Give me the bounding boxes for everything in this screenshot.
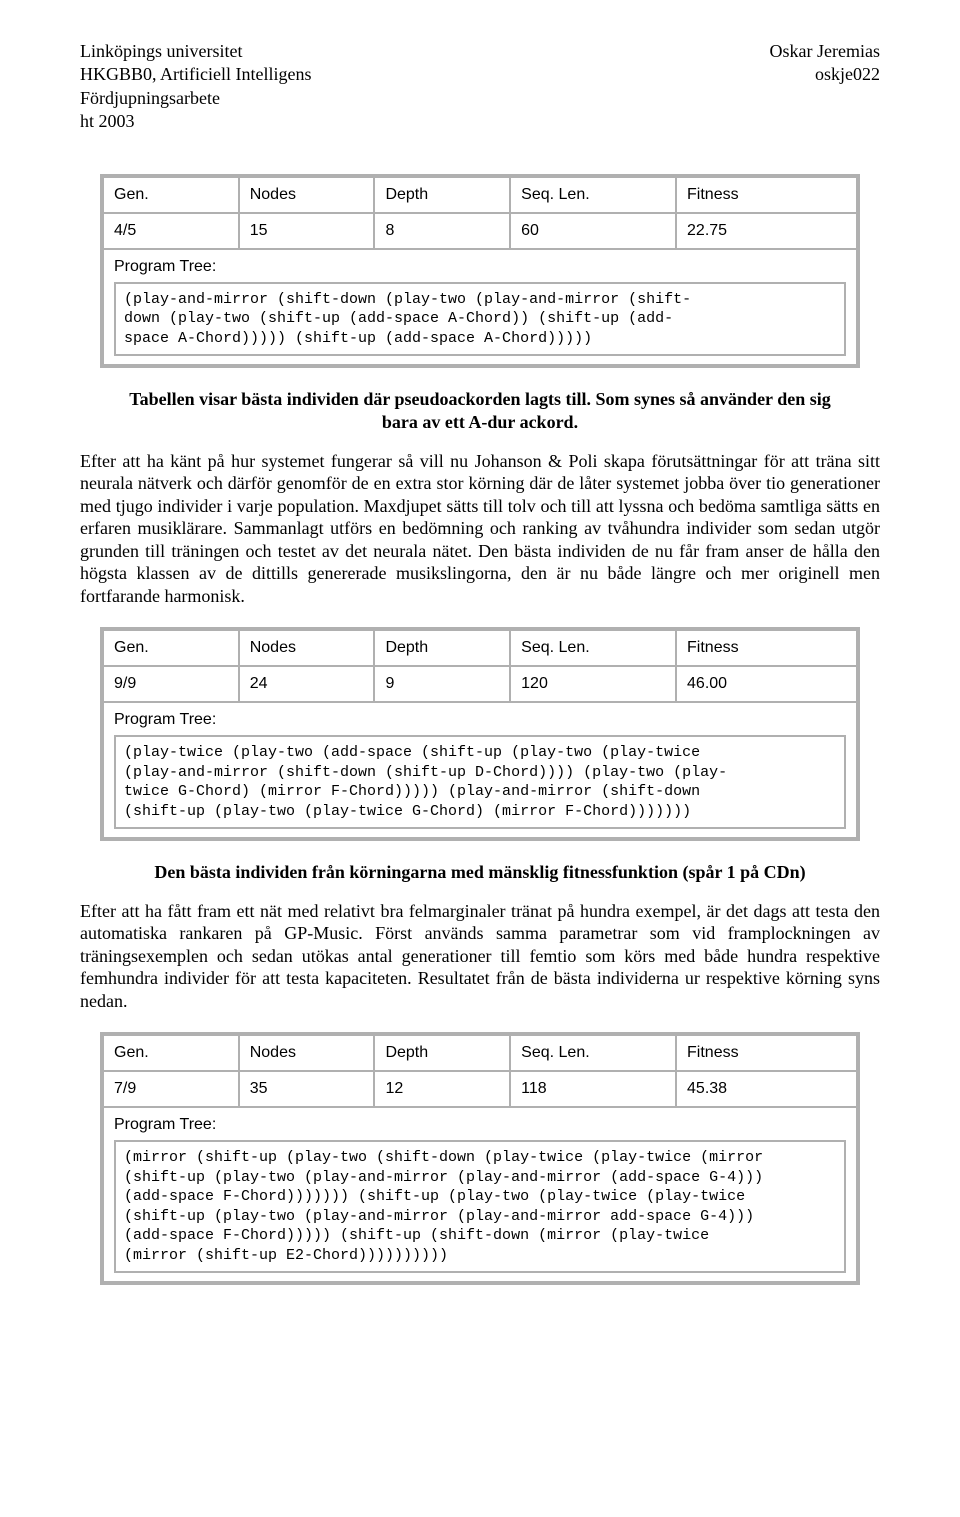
program-tree-label: Program Tree: [114,711,846,735]
header-left-line: HKGBB0, Artificiell Intelligens [80,63,311,86]
th-fitness: Fitness [676,177,857,213]
program-tree-code: (play-twice (play-two (add-space (shift-… [114,735,846,829]
td-depth: 9 [374,666,510,702]
td-gen: 9/9 [103,666,239,702]
th-depth: Depth [374,1035,510,1071]
td-gen: 4/5 [103,213,239,249]
td-fitness: 46.00 [676,666,857,702]
program-tree-row: Program Tree: (mirror (shift-up (play-tw… [103,1107,857,1282]
th-nodes: Nodes [239,177,375,213]
program-tree-label: Program Tree: [114,1116,846,1140]
body-paragraph-2: Efter att ha fått fram ett nät med relat… [80,900,880,1013]
program-tree-code: (play-and-mirror (shift-down (play-two (… [114,282,846,357]
td-nodes: 15 [239,213,375,249]
header-right-line: oskje022 [770,63,880,86]
body-paragraph-1: Efter att ha känt på hur systemet funger… [80,450,880,608]
th-nodes: Nodes [239,630,375,666]
th-gen: Gen. [103,1035,239,1071]
header-right: Oskar Jeremias oskje022 [770,40,880,134]
td-seq: 120 [510,666,676,702]
td-fitness: 22.75 [676,213,857,249]
th-gen: Gen. [103,177,239,213]
table-header-row: Gen. Nodes Depth Seq. Len. Fitness [103,1035,857,1071]
td-seq: 118 [510,1071,676,1107]
th-fitness: Fitness [676,1035,857,1071]
results-table-3: Gen. Nodes Depth Seq. Len. Fitness 7/9 3… [100,1032,860,1285]
td-fitness: 45.38 [676,1071,857,1107]
th-fitness: Fitness [676,630,857,666]
td-gen: 7/9 [103,1071,239,1107]
results-table-1: Gen. Nodes Depth Seq. Len. Fitness 4/5 1… [100,174,860,369]
header-right-line: Oskar Jeremias [770,40,880,63]
th-seq-len: Seq. Len. [510,177,676,213]
th-gen: Gen. [103,630,239,666]
table-row: 9/9 24 9 120 46.00 [103,666,857,702]
th-seq-len: Seq. Len. [510,1035,676,1071]
table-row: 4/5 15 8 60 22.75 [103,213,857,249]
header-left-line: Fördjupningsarbete [80,87,311,110]
program-tree-row: Program Tree: (play-and-mirror (shift-do… [103,249,857,366]
th-nodes: Nodes [239,1035,375,1071]
table-caption-2: Den bästa individen från körningarna med… [120,861,840,884]
table-header-row: Gen. Nodes Depth Seq. Len. Fitness [103,630,857,666]
table-caption-1: Tabellen visar bästa individen där pseud… [120,388,840,435]
header-left: Linköpings universitet HKGBB0, Artificie… [80,40,311,134]
td-seq: 60 [510,213,676,249]
header-left-line: ht 2003 [80,110,311,133]
program-tree-code: (mirror (shift-up (play-two (shift-down … [114,1140,846,1273]
program-tree-row: Program Tree: (play-twice (play-two (add… [103,702,857,838]
program-tree-label: Program Tree: [114,258,846,282]
results-table-2: Gen. Nodes Depth Seq. Len. Fitness 9/9 2… [100,627,860,841]
header-left-line: Linköpings universitet [80,40,311,63]
table-header-row: Gen. Nodes Depth Seq. Len. Fitness [103,177,857,213]
th-depth: Depth [374,177,510,213]
td-depth: 12 [374,1071,510,1107]
table-row: 7/9 35 12 118 45.38 [103,1071,857,1107]
td-depth: 8 [374,213,510,249]
th-depth: Depth [374,630,510,666]
td-nodes: 35 [239,1071,375,1107]
page-header: Linköpings universitet HKGBB0, Artificie… [80,40,880,134]
td-nodes: 24 [239,666,375,702]
th-seq-len: Seq. Len. [510,630,676,666]
